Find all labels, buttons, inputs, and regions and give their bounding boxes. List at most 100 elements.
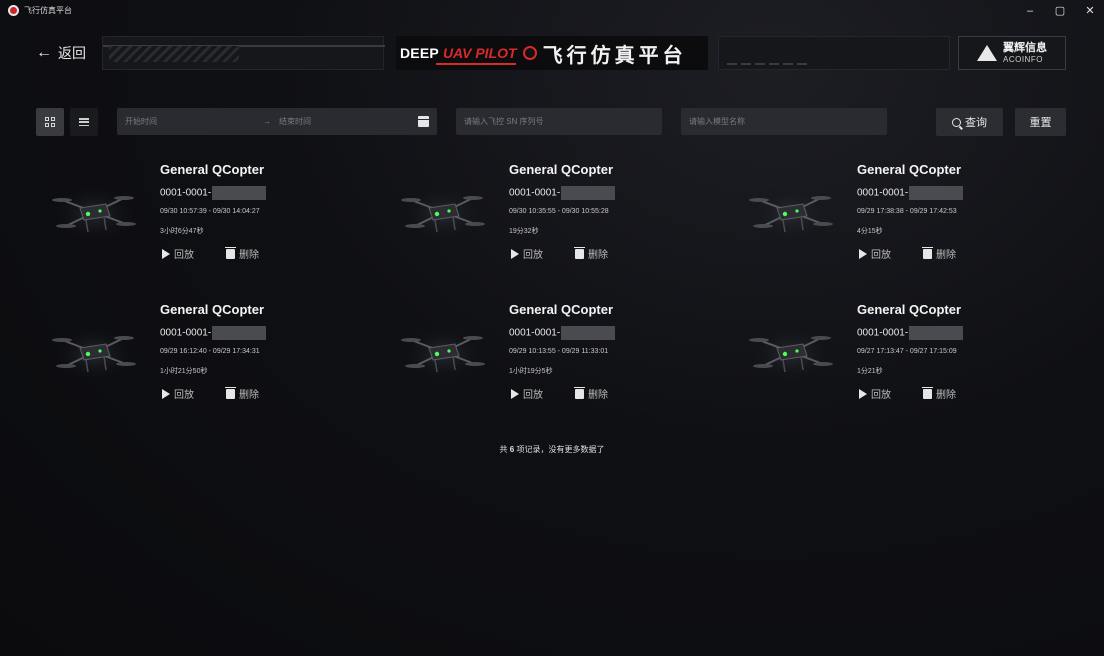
back-label: 返回 xyxy=(58,45,86,61)
delete-label: 删除 xyxy=(936,250,956,261)
record-sn-text: 0001-0001- xyxy=(857,327,909,339)
replay-button[interactable]: 回放 xyxy=(162,246,194,261)
decor-hatch xyxy=(109,46,239,62)
delete-label: 删除 xyxy=(239,250,259,261)
brand-name-en: ACOINFO xyxy=(1003,54,1043,64)
play-icon xyxy=(162,388,170,399)
delete-label: 删除 xyxy=(936,390,956,401)
replay-label: 回放 xyxy=(174,390,194,401)
drone-thumbnail xyxy=(48,314,140,388)
list-view-button[interactable] xyxy=(70,108,98,136)
range-separator: → xyxy=(263,117,271,126)
delete-button[interactable]: 删除 xyxy=(922,246,956,261)
delete-button[interactable]: 删除 xyxy=(574,246,608,261)
drone-thumbnail xyxy=(397,174,489,248)
record-duration: 4分15秒 xyxy=(857,228,883,235)
drone-thumbnail xyxy=(745,174,837,248)
brand-logo: 翼辉信息 ACOINFO xyxy=(958,36,1066,70)
query-button[interactable]: 查询 xyxy=(936,108,1003,136)
app-banner: DEEP UAV PILOT 飞行仿真平台 xyxy=(396,36,708,70)
play-icon xyxy=(859,248,867,259)
play-icon xyxy=(511,248,519,259)
delete-label: 删除 xyxy=(588,250,608,261)
record-count-prefix: 共 xyxy=(499,445,508,454)
replay-button[interactable]: 回放 xyxy=(511,246,543,261)
record-title: General QCopter xyxy=(160,302,265,317)
record-time-range: 09/27 17:13:47 - 09/27 17:15:09 xyxy=(857,348,957,355)
window-title: 飞行仿真平台 xyxy=(24,6,72,15)
close-button[interactable]: ✕ xyxy=(1080,2,1100,20)
banner-underline xyxy=(436,63,516,65)
record-time-range: 09/29 17:38:38 - 09/29 17:42:53 xyxy=(857,208,957,215)
record-sn-text: 0001-0001- xyxy=(857,187,909,199)
delete-label: 删除 xyxy=(239,390,259,401)
replay-label: 回放 xyxy=(523,390,543,401)
trash-icon xyxy=(922,246,933,259)
reset-button[interactable]: 重置 xyxy=(1015,108,1066,136)
sn-redaction xyxy=(561,326,616,340)
record-title: General QCopter xyxy=(509,162,614,177)
sn-search-input[interactable]: 请输入飞控 SN 序列号 xyxy=(456,108,662,135)
replay-button[interactable]: 回放 xyxy=(859,246,891,261)
brand-name-cn: 翼辉信息 xyxy=(1003,41,1047,54)
replay-button[interactable]: 回放 xyxy=(511,386,543,401)
drone-thumbnail xyxy=(397,314,489,388)
sn-redaction xyxy=(212,186,267,200)
delete-button[interactable]: 删除 xyxy=(225,246,259,261)
record-sn-text: 0001-0001- xyxy=(160,187,212,199)
date-range-picker[interactable]: 开始时间 → 结束时间 xyxy=(117,108,437,135)
sn-redaction xyxy=(909,326,964,340)
play-icon xyxy=(511,388,519,399)
record-sn: 0001-0001- xyxy=(857,186,964,200)
replay-label: 回放 xyxy=(871,250,891,261)
start-time-input[interactable]: 开始时间 xyxy=(125,116,157,127)
replay-label: 回放 xyxy=(871,390,891,401)
model-name-input[interactable]: 请输入模型名称 xyxy=(681,108,887,135)
sn-redaction xyxy=(212,326,267,340)
back-button[interactable]: ← 返回 xyxy=(36,40,98,66)
grid-view-button[interactable] xyxy=(36,108,64,136)
delete-button[interactable]: 删除 xyxy=(922,386,956,401)
drone-thumbnail xyxy=(48,174,140,248)
record-duration: 1小时21分50秒 xyxy=(160,368,208,375)
delete-button[interactable]: 删除 xyxy=(574,386,608,401)
maximize-button[interactable]: ▢ xyxy=(1050,2,1070,20)
record-sn: 0001-0001- xyxy=(160,186,267,200)
banner-emblem-icon xyxy=(522,46,537,60)
record-duration: 19分32秒 xyxy=(509,228,539,235)
trash-icon xyxy=(922,386,933,399)
drone-thumbnail xyxy=(745,314,837,388)
sn-redaction xyxy=(909,186,964,200)
header-decor-right xyxy=(718,36,950,70)
record-card[interactable]: General QCopter 0001-0001- 09/29 17:38:3… xyxy=(737,160,1037,270)
record-card[interactable]: General QCopter 0001-0001- 09/29 10:13:5… xyxy=(389,300,689,410)
trash-icon xyxy=(225,246,236,259)
end-time-input[interactable]: 结束时间 xyxy=(279,116,311,127)
record-sn: 0001-0001- xyxy=(509,186,616,200)
replay-label: 回放 xyxy=(523,250,543,261)
play-icon xyxy=(859,388,867,399)
record-count-suffix: 项记录，没有更多数据了 xyxy=(516,445,605,454)
record-card[interactable]: General QCopter 0001-0001- 09/29 16:12:4… xyxy=(40,300,340,410)
record-count-note: 共 6 项记录，没有更多数据了 xyxy=(0,444,1104,455)
arrow-left-icon: ← xyxy=(36,44,52,61)
record-duration: 1分21秒 xyxy=(857,368,883,375)
record-card[interactable]: General QCopter 0001-0001- 09/30 10:57:3… xyxy=(40,160,340,270)
record-count: 6 xyxy=(509,445,515,454)
replay-button[interactable]: 回放 xyxy=(162,386,194,401)
trash-icon xyxy=(574,386,585,399)
replay-button[interactable]: 回放 xyxy=(859,386,891,401)
record-time-range: 09/30 10:57:39 - 09/30 14:04:27 xyxy=(160,208,260,215)
record-time-range: 09/30 10:35:55 - 09/30 10:55:28 xyxy=(509,208,609,215)
play-icon xyxy=(162,248,170,259)
record-card[interactable]: General QCopter 0001-0001- 09/27 17:13:4… xyxy=(737,300,1037,410)
delete-button[interactable]: 删除 xyxy=(225,386,259,401)
record-title: General QCopter xyxy=(857,302,962,317)
banner-uav-pilot: UAV PILOT xyxy=(442,45,517,61)
calendar-icon[interactable] xyxy=(418,116,429,127)
banner-deep: DEEP xyxy=(400,45,439,61)
minimize-button[interactable]: – xyxy=(1020,2,1040,20)
grid-icon xyxy=(45,117,55,127)
record-sn-text: 0001-0001- xyxy=(509,187,561,199)
record-card[interactable]: General QCopter 0001-0001- 09/30 10:35:5… xyxy=(389,160,689,270)
